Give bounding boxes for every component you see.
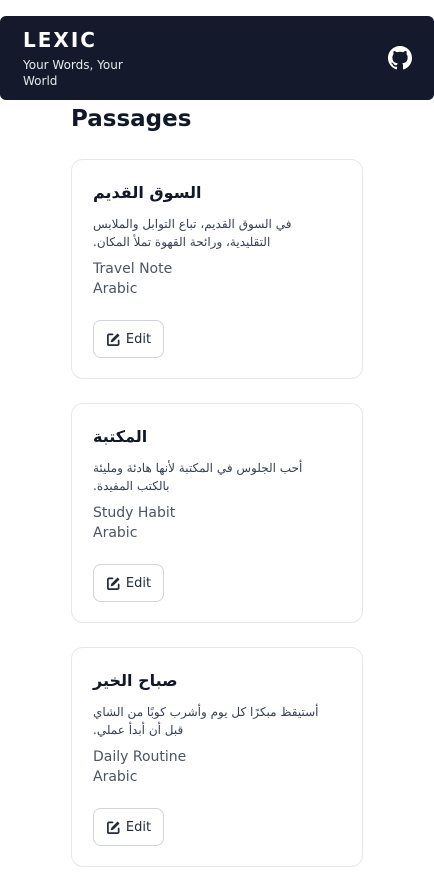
passage-language: Arabic — [93, 281, 138, 297]
passage-card: السوق القديم في السوق القديم، تباع التوا… — [71, 159, 363, 379]
passage-category: Daily Routine — [93, 749, 187, 765]
app-tagline: Your Words, Your World — [23, 57, 123, 88]
passage-language: Arabic — [93, 769, 138, 785]
brand[interactable]: LEXIC Your Words, Your World — [23, 28, 143, 89]
edit-button[interactable]: Edit — [93, 808, 164, 846]
edit-icon — [106, 821, 120, 834]
github-icon — [388, 46, 412, 70]
edit-icon — [106, 333, 120, 346]
passage-title: المكتبة — [93, 427, 148, 446]
passage-category: Travel Note — [93, 261, 173, 277]
passage-title: السوق القديم — [93, 183, 202, 202]
edit-button[interactable]: Edit — [93, 564, 164, 602]
page-title: Passages — [71, 106, 192, 132]
passage-card: صباح الخير أستيقظ مبكرًا كل يوم وأشرب كو… — [71, 647, 363, 867]
passage-title: صباح الخير — [93, 671, 178, 690]
passage-text: أستيقظ مبكرًا كل يوم وأشرب كوبًا من الشا… — [93, 705, 319, 737]
app-header: LEXIC Your Words, Your World — [0, 16, 434, 100]
passage-language: Arabic — [93, 525, 138, 541]
github-link[interactable] — [388, 46, 412, 70]
passage-list: السوق القديم في السوق القديم، تباع التوا… — [71, 159, 363, 891]
passage-card: المكتبة أحب الجلوس في المكتبة لأنها هادئ… — [71, 403, 363, 623]
edit-button[interactable]: Edit — [93, 320, 164, 358]
app-title[interactable]: LEXIC — [23, 28, 143, 52]
passage-text: أحب الجلوس في المكتبة لأنها هادئة ومليئة… — [93, 461, 303, 493]
edit-button-label: Edit — [125, 331, 152, 347]
edit-button-label: Edit — [125, 819, 152, 835]
passage-category: Study Habit — [93, 505, 176, 521]
edit-icon — [106, 577, 120, 590]
passage-text: في السوق القديم، تباع التوابل والملابس ا… — [93, 217, 292, 249]
edit-button-label: Edit — [125, 575, 152, 591]
